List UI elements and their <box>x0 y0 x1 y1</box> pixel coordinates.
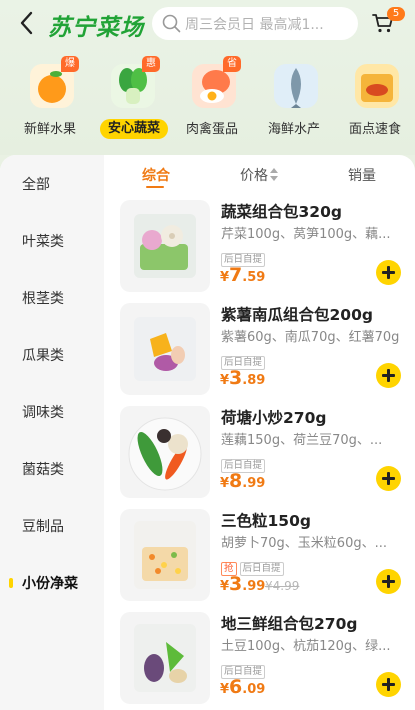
product-price: ¥3.89 <box>220 367 266 389</box>
product-item[interactable]: 地三鲜组合包270g 土豆100g、杭茄120g、绿... 后日自提 ¥6.09 <box>104 612 415 710</box>
category-label: 新鲜水果 <box>23 122 76 137</box>
sidebar-item-root[interactable]: 根茎类 <box>22 288 64 308</box>
hot-tag: 爆 <box>61 56 79 72</box>
search-icon <box>162 14 181 33</box>
category-label: 肉禽蛋品 <box>185 122 238 137</box>
category-label: 海鲜水产 <box>267 122 320 137</box>
product-badges: 后日自提 <box>221 659 268 679</box>
sidebar-item-small-portion[interactable]: 小份净菜 <box>22 573 78 593</box>
sidebar-item-tofu[interactable]: 豆制品 <box>22 516 64 536</box>
category-noodle[interactable]: 面点速食 <box>334 62 415 142</box>
category-seafood[interactable]: 海鲜水产 <box>253 62 335 142</box>
category-row: 爆 新鲜水果 惠 安心蔬菜 省 肉禽蛋品 海鲜水产 面点速食 <box>0 56 415 142</box>
product-name: 蔬菜组合包320g <box>221 203 342 221</box>
sort-price-label: 价格 <box>240 168 268 184</box>
sidebar-item-seasoning[interactable]: 调味类 <box>22 402 64 422</box>
product-price: ¥6.09 <box>220 676 266 698</box>
category-label: 安心蔬菜 <box>100 119 168 139</box>
category-label: 面点速食 <box>348 122 401 137</box>
save-tag: 省 <box>223 56 241 72</box>
product-desc: 胡萝卜70g、玉米粒60g、... <box>221 536 387 551</box>
sort-sales[interactable]: 销量 <box>348 165 376 185</box>
sort-comprehensive[interactable]: 综合 <box>142 165 170 185</box>
product-image <box>120 509 210 601</box>
add-to-cart-button[interactable] <box>376 569 401 594</box>
product-badges: 后日自提 <box>221 350 268 370</box>
product-price: ¥8.99 <box>220 470 266 492</box>
product-badges: 后日自提 <box>221 247 268 267</box>
discount-tag: 惠 <box>142 56 160 72</box>
product-image <box>120 406 210 498</box>
search-bar[interactable]: 周三会员日 最高减1... <box>152 7 358 40</box>
product-desc: 莲藕150g、荷兰豆70g、... <box>221 433 383 448</box>
sidebar-item-leafy[interactable]: 叶菜类 <box>22 231 64 251</box>
category-vegetable[interactable]: 惠 安心蔬菜 <box>90 56 172 142</box>
product-badges: 抢后日自提 <box>221 556 287 576</box>
sidebar-active-indicator <box>9 578 13 588</box>
product-name: 地三鲜组合包270g <box>221 615 358 633</box>
product-desc: 土豆100g、杭茄120g、绿... <box>221 639 391 654</box>
product-item[interactable]: 三色粒150g 胡萝卜70g、玉米粒60g、... 抢后日自提 ¥3.99 ¥4… <box>104 509 415 609</box>
add-to-cart-button[interactable] <box>376 260 401 285</box>
add-to-cart-button[interactable] <box>376 672 401 697</box>
sidebar-item-melon[interactable]: 瓜果类 <box>22 345 64 365</box>
product-item[interactable]: 蔬菜组合包320g 芹菜100g、莴笋100g、藕... 后日自提 ¥7.59 <box>104 200 415 300</box>
search-placeholder: 周三会员日 最高减1... <box>185 17 324 33</box>
product-desc: 紫薯60g、南瓜70g、红薯70g <box>221 330 399 345</box>
fish-icon <box>274 64 318 108</box>
category-meat-egg[interactable]: 省 肉禽蛋品 <box>171 56 253 142</box>
product-image <box>120 612 210 704</box>
app-logo: 苏宁菜场 <box>48 15 144 41</box>
product-name: 三色粒150g <box>221 512 311 530</box>
product-item[interactable]: 荷塘小炒270g 莲藕150g、荷兰豆70g、... 后日自提 ¥8.99 <box>104 406 415 506</box>
product-image <box>120 303 210 395</box>
product-price: ¥7.59 <box>220 264 266 286</box>
product-badges: 后日自提 <box>221 453 268 473</box>
sidebar-item-all[interactable]: 全部 <box>22 174 50 194</box>
product-item[interactable]: 紫薯南瓜组合包200g 紫薯60g、南瓜70g、红薯70g 后日自提 ¥3.89 <box>104 303 415 403</box>
original-price: ¥4.99 <box>265 579 300 593</box>
cart-count-badge: 5 <box>387 7 405 21</box>
product-desc: 芹菜100g、莴笋100g、藕... <box>221 227 391 242</box>
category-fruit[interactable]: 爆 新鲜水果 <box>9 56 91 142</box>
sidebar-item-mushroom[interactable]: 菌菇类 <box>22 459 64 479</box>
product-image <box>120 200 210 292</box>
sort-arrows-icon <box>270 168 278 181</box>
add-to-cart-button[interactable] <box>376 363 401 388</box>
back-arrow-icon[interactable] <box>16 10 38 36</box>
sort-price[interactable]: 价格 <box>240 165 278 185</box>
add-to-cart-button[interactable] <box>376 466 401 491</box>
noodle-icon <box>355 64 399 108</box>
product-name: 紫薯南瓜组合包200g <box>221 306 373 324</box>
product-price: ¥3.99 <box>220 573 266 595</box>
product-name: 荷塘小炒270g <box>221 409 327 427</box>
sort-active-underline <box>146 186 164 188</box>
